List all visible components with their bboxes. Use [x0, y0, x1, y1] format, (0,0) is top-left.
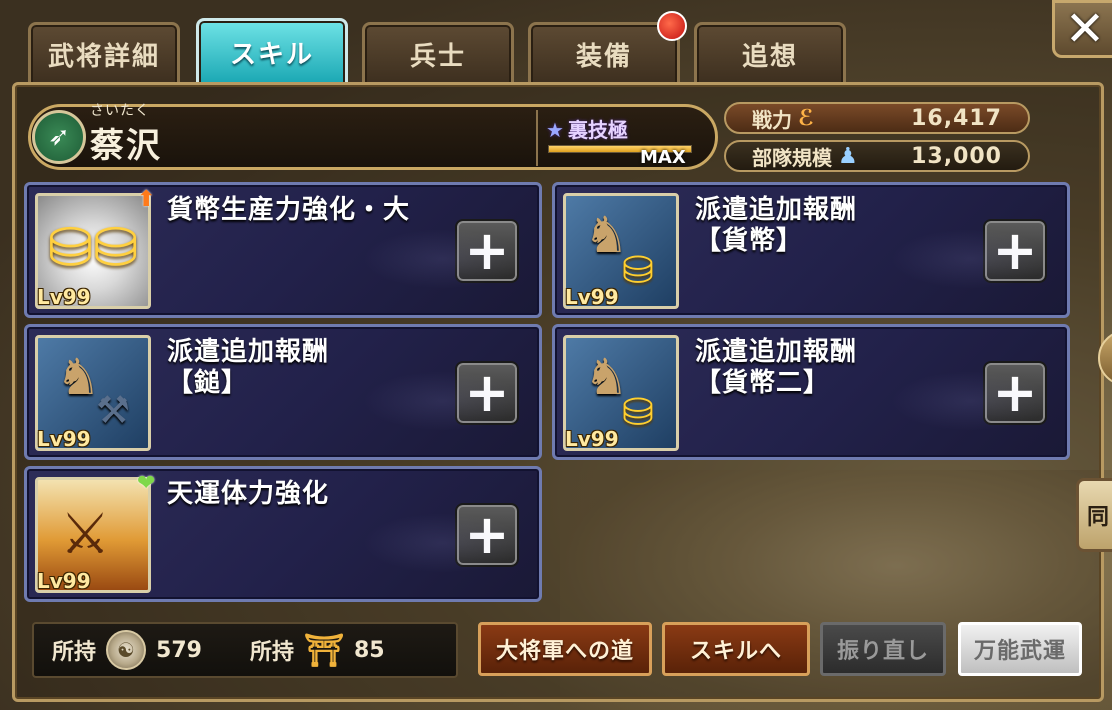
- plus-icon: +: [464, 503, 510, 566]
- skill-name: 天運体力強化: [167, 479, 330, 509]
- close-button[interactable]: ✕: [1052, 0, 1112, 58]
- medal-coin-icon: ☯: [106, 630, 147, 670]
- add-skill-button[interactable]: +: [983, 361, 1047, 425]
- skill-name: 派遣追加報酬 【貨幣】: [695, 195, 858, 256]
- button-label: 大将軍への道: [495, 639, 634, 664]
- holding-label: 所持: [249, 640, 294, 665]
- power-label: 戦力: [752, 107, 792, 132]
- side-tab[interactable]: 同: [1076, 478, 1112, 552]
- holding-medal: 所持 ☯ 579: [52, 630, 202, 670]
- unit-size-label: 部隊規模: [752, 145, 832, 170]
- button-label: 振り直し: [836, 639, 929, 664]
- universal-fortune-button[interactable]: 万能武運: [958, 622, 1082, 676]
- button-label: 万能武運: [973, 639, 1066, 664]
- name-ruby: さいたく: [90, 103, 150, 119]
- rank-label: ★ 裏技極: [546, 114, 628, 143]
- skill-card[interactable]: ♞ ⚒ Lv99 派遣追加報酬 【鎚】 +: [24, 324, 542, 460]
- add-skill-button[interactable]: +: [455, 361, 519, 425]
- reroll-button[interactable]: 振り直し: [820, 622, 946, 676]
- to-skill-button[interactable]: スキルへ: [662, 622, 810, 676]
- plus-icon: +: [464, 361, 510, 424]
- holding-label: 所持: [52, 640, 97, 665]
- general-name: 蔡沢: [90, 126, 162, 166]
- heart-icon: ❤: [137, 471, 156, 496]
- close-icon: ✕: [1064, 1, 1106, 57]
- flame-icon: ℰ: [798, 105, 815, 131]
- plus-icon: +: [992, 219, 1038, 282]
- skill-card[interactable]: ♞ ⛁ Lv99 派遣追加報酬 【貨幣二】 +: [552, 324, 1070, 460]
- holding-seal: 所持 ⛩ 85: [250, 630, 385, 670]
- rank-text: 裏技極: [567, 118, 628, 142]
- tab-label: スキル: [229, 40, 314, 70]
- skill-card[interactable]: ⛁⛁ ⬆ Lv99 貨幣生産力強化・大 +: [24, 182, 542, 318]
- tab-equipment[interactable]: 装備: [528, 11, 687, 84]
- button-label: スキルへ: [689, 639, 782, 664]
- soldier-icon: ♟: [838, 143, 858, 169]
- plus-icon: +: [992, 361, 1038, 424]
- tab-reminiscence[interactable]: 追想: [694, 22, 846, 84]
- skill-level: Lv99: [37, 569, 91, 593]
- gold-seal-icon: ⛩: [303, 631, 345, 669]
- add-skill-button[interactable]: +: [455, 219, 519, 283]
- plus-icon: +: [464, 219, 510, 282]
- unit-size-stat: 部隊規模 ♟ 13,000: [724, 140, 1030, 172]
- skill-card[interactable]: ♞ ⛁ Lv99 派遣追加報酬 【貨幣】 +: [552, 182, 1070, 318]
- skill-name: 派遣追加報酬 【貨幣二】: [695, 337, 858, 398]
- skill-level: Lv99: [37, 427, 91, 451]
- unit-size-value: 13,000: [911, 143, 1002, 169]
- skill-level: Lv99: [565, 285, 619, 309]
- side-tab-label: 同: [1086, 505, 1109, 530]
- tab-label: 武将詳細: [47, 42, 160, 72]
- holding-value: 579: [156, 637, 202, 663]
- holding-value: 85: [353, 637, 385, 663]
- skill-name: 派遣追加報酬 【鎚】: [167, 337, 330, 398]
- notification-badge: [657, 11, 687, 41]
- power-value: 16,417: [911, 105, 1002, 131]
- skill-name: 貨幣生産力強化・大: [167, 195, 411, 225]
- add-skill-button[interactable]: +: [455, 503, 519, 567]
- tab-soldiers[interactable]: 兵士: [362, 22, 514, 84]
- skill-level: Lv99: [565, 427, 619, 451]
- road-to-general-button[interactable]: 大将軍への道: [478, 622, 652, 676]
- holdings-bar: 所持 ☯ 579 所持 ⛩ 85: [32, 622, 458, 678]
- rank-max-label: MAX: [640, 147, 686, 168]
- tab-label: 追想: [741, 42, 798, 72]
- skill-card[interactable]: ⚔ ❤ Lv99 天運体力強化 +: [24, 466, 542, 602]
- skill-level: Lv99: [37, 285, 91, 309]
- tab-skill[interactable]: スキル: [196, 18, 348, 84]
- power-stat: 戦力 ℰ 16,417: [724, 102, 1030, 134]
- tab-label: 兵士: [409, 42, 466, 72]
- up-arrow-icon: ⬆: [137, 187, 156, 212]
- star-icon: ★: [546, 118, 564, 142]
- add-skill-button[interactable]: +: [983, 219, 1047, 283]
- tab-label: 装備: [575, 42, 632, 72]
- tab-general-details[interactable]: 武将詳細: [28, 22, 180, 84]
- bow-class-icon: ➶: [32, 110, 86, 164]
